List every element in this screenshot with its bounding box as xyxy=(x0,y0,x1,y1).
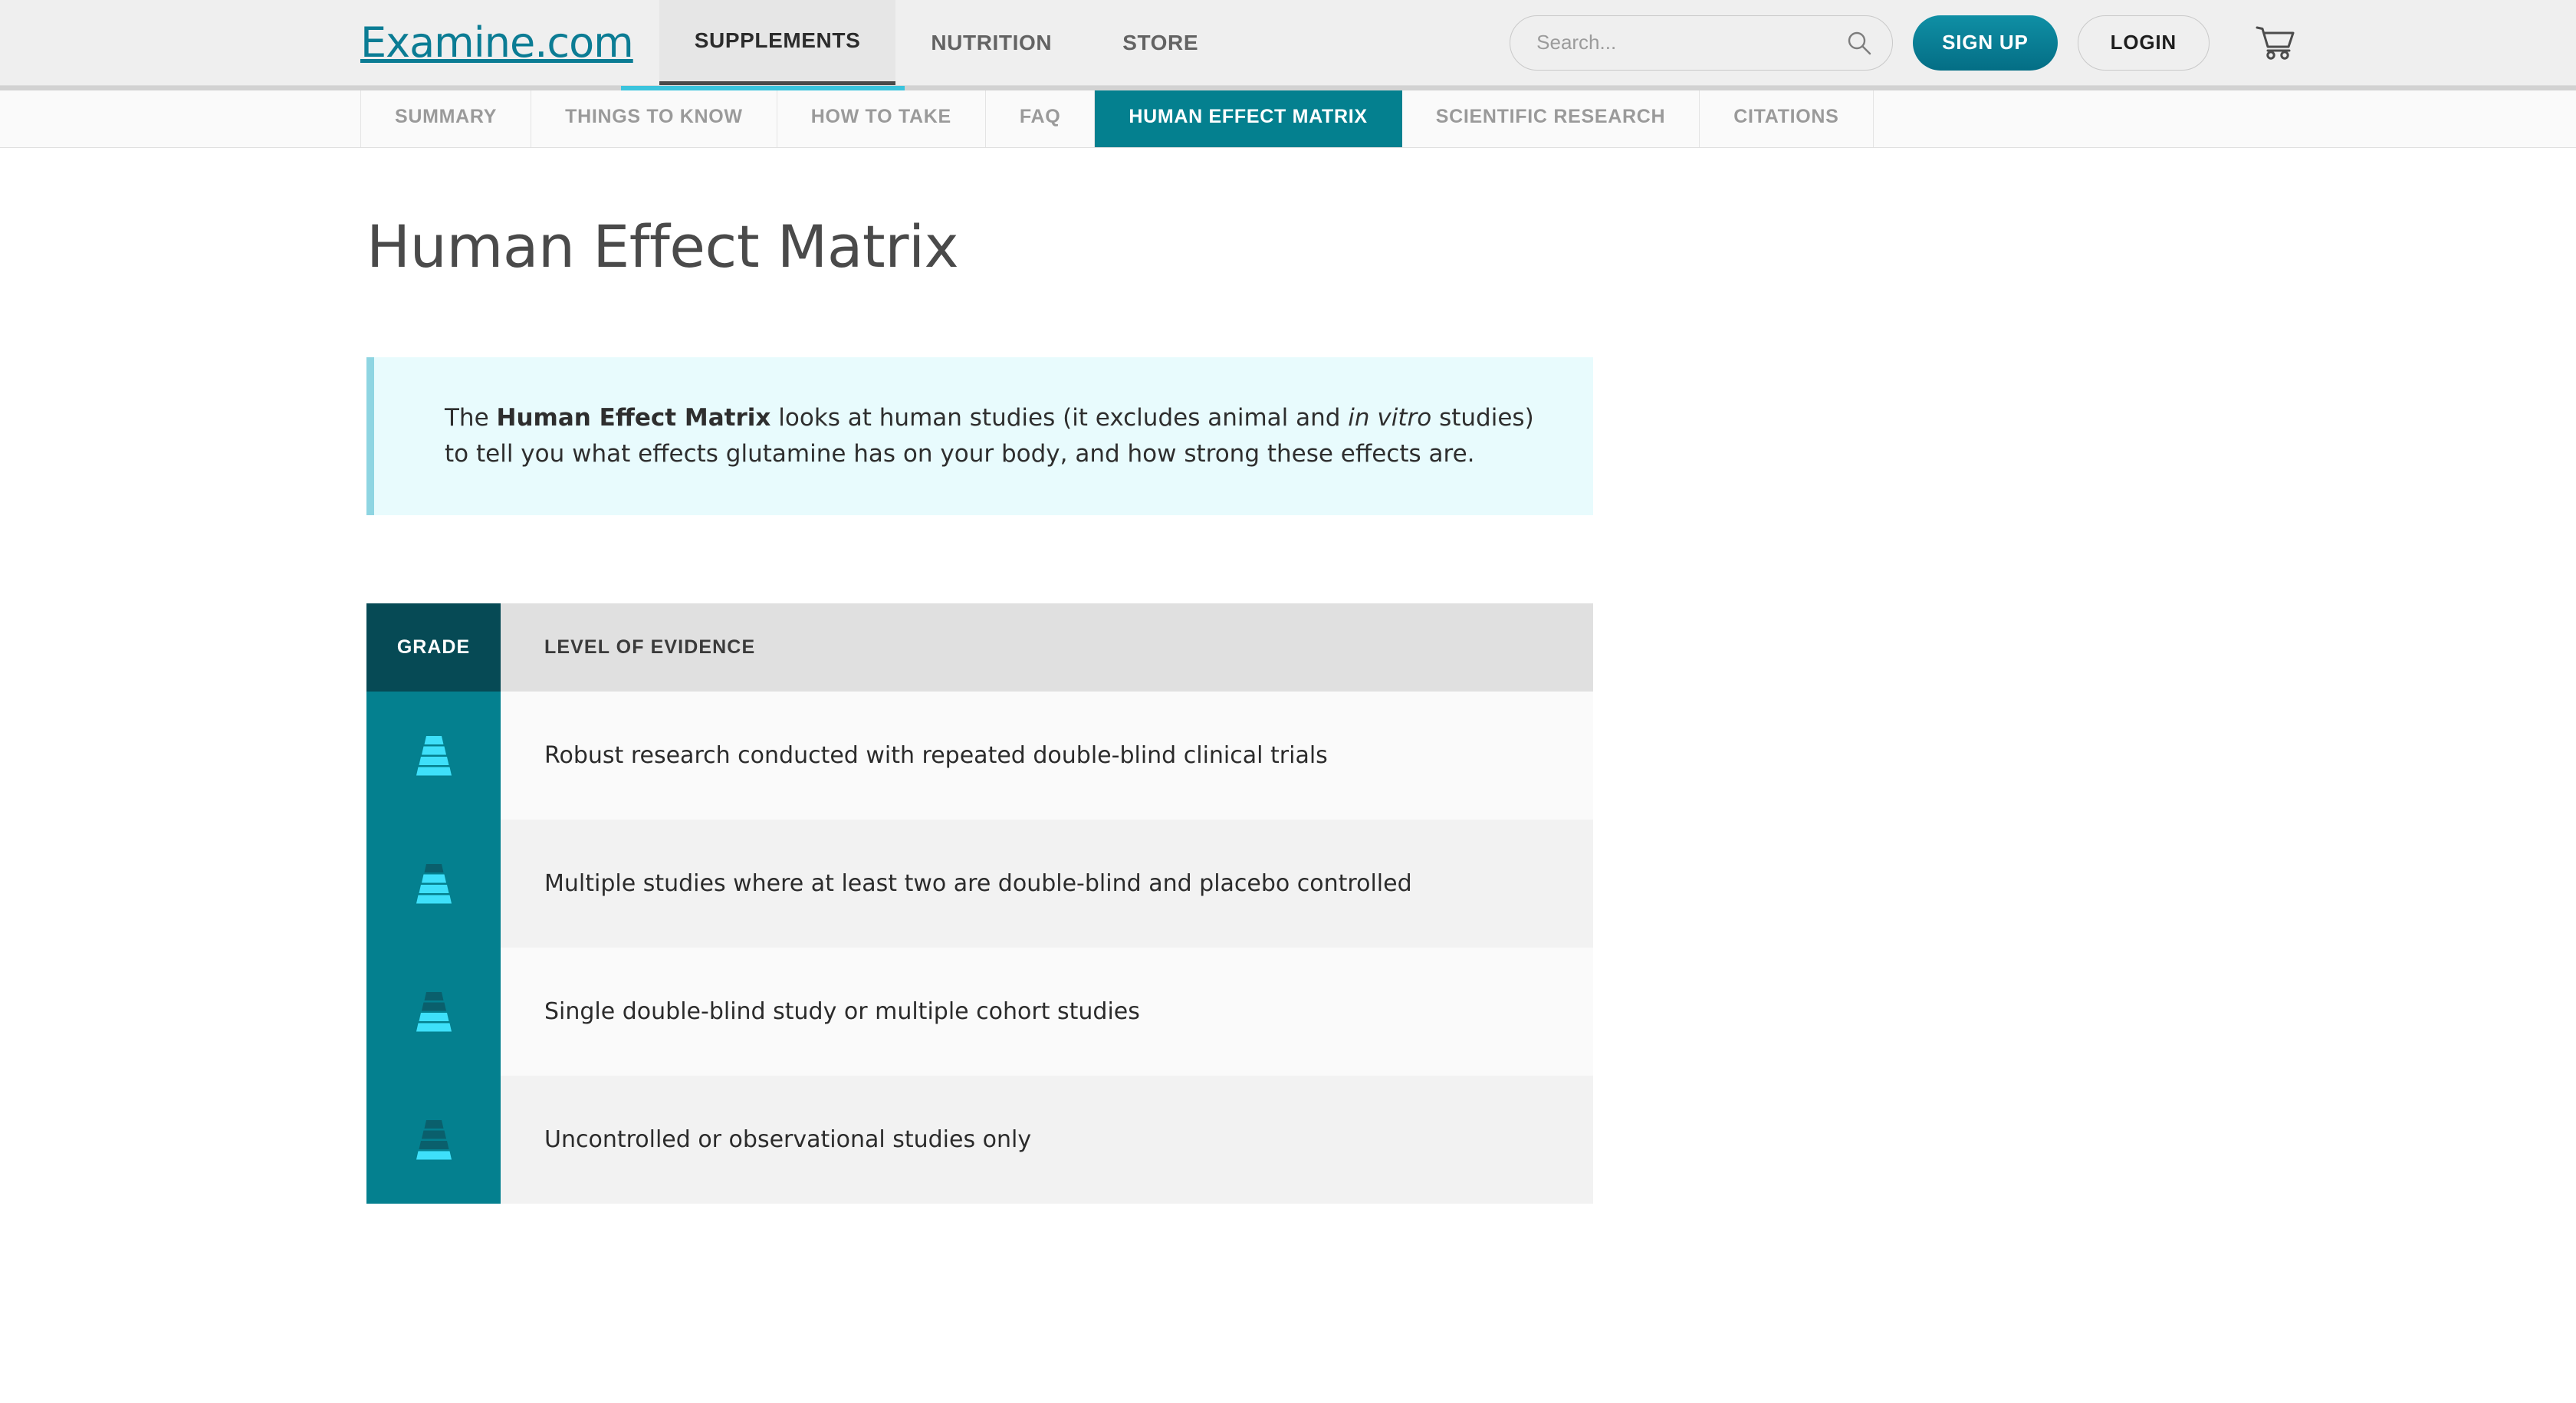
pyramid-grade-c-icon xyxy=(416,991,452,1032)
evidence-column-header-label: LEVEL OF EVIDENCE xyxy=(544,636,756,659)
grade-column-header: GRADE xyxy=(366,603,501,692)
info-callout-box: The Human Effect Matrix looks at human s… xyxy=(366,357,1593,516)
info-text-bold-term: Human Effect Matrix xyxy=(496,404,771,432)
table-row: Multiple studies where at least two are … xyxy=(366,820,1593,948)
pyramid-grade-d-icon xyxy=(416,1119,452,1160)
tab-how-to-take-label: HOW TO TAKE xyxy=(810,105,951,127)
shopping-cart-icon xyxy=(2256,26,2295,60)
tab-human-effect-matrix-label: HUMAN EFFECT MATRIX xyxy=(1129,105,1368,127)
pyramid-grade-b-icon xyxy=(416,863,452,904)
tab-summary-label: SUMMARY xyxy=(395,105,498,127)
info-text-part-2: looks at human studies (it excludes anim… xyxy=(770,404,1349,432)
grade-column-header-label: GRADE xyxy=(396,636,471,659)
grade-cell xyxy=(366,692,501,820)
info-text-part-1: The xyxy=(445,404,497,432)
main-content: Human Effect Matrix The Human Effect Mat… xyxy=(0,148,2576,1204)
search-input[interactable] xyxy=(1510,15,1894,71)
table-row: Single double-blind study or multiple co… xyxy=(366,948,1593,1076)
section-tabbar: SUMMARY THINGS TO KNOW HOW TO TAKE FAQ H… xyxy=(0,86,2576,148)
grade-cell xyxy=(366,1076,501,1204)
tabbar-accent-bar xyxy=(621,86,905,90)
nav-item-supplements[interactable]: SUPPLEMENTS xyxy=(659,0,896,85)
grade-cell xyxy=(366,820,501,948)
table-header-row: GRADE LEVEL OF EVIDENCE xyxy=(366,603,1593,692)
nav-item-store-label: STORE xyxy=(1122,30,1199,54)
header-actions: SIGN UP LOGIN xyxy=(1510,0,2576,85)
site-logo[interactable]: Examine.com xyxy=(360,0,659,85)
evidence-column-header: LEVEL OF EVIDENCE xyxy=(501,603,1593,692)
tab-citations-label: CITATIONS xyxy=(1733,105,1839,127)
tab-how-to-take[interactable]: HOW TO TAKE xyxy=(777,86,986,147)
nav-item-nutrition-label: NUTRITION xyxy=(931,30,1053,54)
tab-faq[interactable]: FAQ xyxy=(985,86,1096,147)
pyramid-grade-a-icon xyxy=(416,735,452,776)
table-row: Robust research conducted with repeated … xyxy=(366,692,1593,820)
page-title: Human Effect Matrix xyxy=(366,212,959,281)
tab-scientific-research[interactable]: SCIENTIFIC RESEARCH xyxy=(1401,86,1700,147)
table-row: Uncontrolled or observational studies on… xyxy=(366,1076,1593,1204)
tab-list: SUMMARY THINGS TO KNOW HOW TO TAKE FAQ H… xyxy=(360,86,1874,147)
evidence-cell: Uncontrolled or observational studies on… xyxy=(501,1076,1593,1204)
grade-cell xyxy=(366,948,501,1076)
tab-faq-label: FAQ xyxy=(1019,105,1061,127)
sign-up-button[interactable]: SIGN UP xyxy=(1913,15,2058,71)
grade-evidence-table: GRADE LEVEL OF EVIDENCE Robust research … xyxy=(366,603,1593,1204)
login-button[interactable]: LOGIN xyxy=(2077,15,2210,71)
tab-things-to-know[interactable]: THINGS TO KNOW xyxy=(531,86,777,147)
top-header: Examine.com SUPPLEMENTS NUTRITION STORE … xyxy=(0,0,2576,86)
header-left-spacer xyxy=(0,0,360,85)
tab-things-to-know-label: THINGS TO KNOW xyxy=(565,105,743,127)
nav-item-supplements-label: SUPPLEMENTS xyxy=(694,28,861,52)
evidence-cell: Robust research conducted with repeated … xyxy=(501,692,1593,820)
evidence-cell: Multiple studies where at least two are … xyxy=(501,820,1593,948)
nav-item-nutrition[interactable]: NUTRITION xyxy=(895,0,1087,85)
tab-citations[interactable]: CITATIONS xyxy=(1700,86,1874,147)
tab-scientific-research-label: SCIENTIFIC RESEARCH xyxy=(1435,105,1666,127)
nav-item-store[interactable]: STORE xyxy=(1087,0,1234,85)
evidence-cell: Single double-blind study or multiple co… xyxy=(501,948,1593,1076)
tabbar-left-spacer xyxy=(0,86,360,147)
info-callout-text: The Human Effect Matrix looks at human s… xyxy=(445,400,1539,472)
search-container xyxy=(1510,15,1894,71)
main-navigation: SUPPLEMENTS NUTRITION STORE xyxy=(659,0,1234,85)
cart-button[interactable] xyxy=(2248,25,2303,61)
tab-human-effect-matrix[interactable]: HUMAN EFFECT MATRIX xyxy=(1095,86,1402,147)
tab-summary[interactable]: SUMMARY xyxy=(360,86,532,147)
info-text-italic-term: in vitro xyxy=(1348,404,1432,432)
